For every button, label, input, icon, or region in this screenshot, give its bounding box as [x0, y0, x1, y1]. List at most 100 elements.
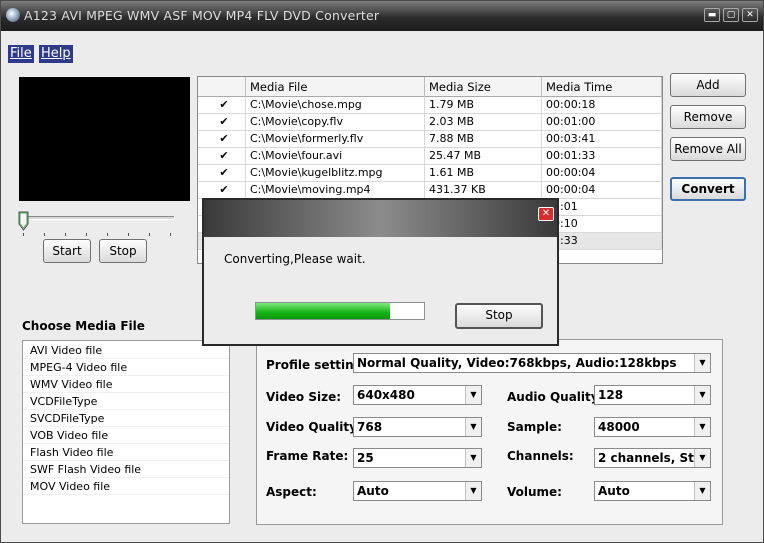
chevron-down-icon: ▼ — [465, 449, 481, 467]
profile-select[interactable]: Normal Quality, Video:768kbps, Audio:128… — [353, 353, 711, 373]
menu-help[interactable]: Help — [39, 45, 73, 63]
checkbox-checked-icon[interactable]: ✔ — [218, 184, 230, 196]
video-quality-select[interactable]: 768 ▼ — [353, 417, 482, 437]
list-item[interactable]: WMV Video file — [23, 376, 229, 393]
row-check-cell[interactable]: ✔ — [198, 131, 246, 148]
checkbox-checked-icon[interactable]: ✔ — [218, 167, 230, 179]
list-item[interactable]: VCDFileType — [23, 393, 229, 410]
video-size-select[interactable]: 640x480 ▼ — [353, 385, 482, 405]
frame-rate-select[interactable]: 25 ▼ — [353, 448, 482, 468]
row-check-cell[interactable]: ✔ — [198, 165, 246, 182]
add-button[interactable]: Add — [670, 73, 746, 97]
media-file-cell: C:\Movie\copy.flv — [246, 114, 425, 131]
table-row[interactable]: ✔ C:\Movie\formerly.flv 7.88 MB 00:03:41 — [198, 131, 662, 148]
list-item[interactable]: MOV Video file — [23, 478, 229, 495]
column-header-check[interactable] — [198, 77, 246, 97]
window-title: A123 AVI MPEG WMV ASF MOV MP4 FLV DVD Co… — [24, 8, 380, 23]
start-button[interactable]: Start — [43, 239, 91, 263]
media-size-cell: 25.47 MB — [425, 148, 542, 165]
seek-slider-thumb[interactable] — [18, 211, 29, 231]
remove-button[interactable]: Remove — [670, 105, 746, 129]
media-time-cell: 00:00:04 — [542, 182, 662, 199]
table-row[interactable]: ✔ C:\Movie\kugelblitz.mpg 1.61 MB 00:00:04 — [198, 165, 662, 182]
column-header-media-size[interactable]: Media Size — [425, 77, 542, 97]
media-time-cell: 00:01:33 — [542, 148, 662, 165]
media-size-cell: 1.79 MB — [425, 97, 542, 114]
volume-value: Auto — [598, 484, 630, 498]
dialog-close-button[interactable]: ✕ — [538, 207, 554, 221]
profile-label: Profile setting: — [266, 358, 368, 372]
checkbox-checked-icon[interactable]: ✔ — [218, 116, 230, 128]
chevron-down-icon: ▼ — [465, 386, 481, 404]
checkbox-checked-icon[interactable]: ✔ — [218, 133, 230, 145]
row-check-cell[interactable]: ✔ — [198, 114, 246, 131]
media-type-list[interactable]: AVI Video file MPEG-4 Video file WMV Video… — [22, 340, 230, 524]
media-time-cell: 01:33 — [542, 233, 662, 250]
row-check-cell[interactable]: ✔ — [198, 148, 246, 165]
frame-rate-value: 25 — [357, 451, 374, 465]
app-icon — [6, 8, 20, 22]
sample-select[interactable]: 48000 ▼ — [594, 417, 711, 437]
menu-file[interactable]: File — [8, 45, 34, 63]
media-time-cell: 00:03:41 — [542, 131, 662, 148]
video-size-value: 640x480 — [357, 388, 415, 402]
minimize-button[interactable]: ▬ — [704, 8, 720, 22]
checkbox-checked-icon[interactable]: ✔ — [218, 99, 230, 111]
dialog-stop-button[interactable]: Stop — [455, 303, 543, 329]
main-window: A123 AVI MPEG WMV ASF MOV MP4 FLV DVD Co… — [0, 0, 764, 543]
table-row[interactable]: ✔ C:\Movie\chose.mpg 1.79 MB 00:00:18 — [198, 97, 662, 114]
channels-label: Channels: — [507, 449, 574, 463]
list-item[interactable]: VOB Video file — [23, 427, 229, 444]
column-header-media-file[interactable]: Media File — [246, 77, 425, 97]
table-row[interactable]: ✔ C:\Movie\moving.mp4 431.37 KB 00:00:04 — [198, 182, 662, 199]
volume-select[interactable]: Auto ▼ — [594, 481, 711, 501]
convert-button[interactable]: Convert — [670, 177, 746, 201]
player-stop-button[interactable]: Stop — [99, 239, 147, 263]
list-item[interactable]: SWF Flash Video file — [23, 461, 229, 478]
volume-label: Volume: — [507, 485, 562, 499]
video-quality-label: Video Quality: — [266, 420, 362, 434]
audio-quality-value: 128 — [598, 388, 624, 402]
media-file-cell: C:\Movie\kugelblitz.mpg — [246, 165, 425, 182]
video-preview — [19, 77, 190, 201]
chevron-down-icon: ▼ — [694, 386, 710, 404]
chevron-down-icon: ▼ — [465, 482, 481, 500]
video-quality-value: 768 — [357, 420, 383, 434]
table-row[interactable]: ✔ C:\Movie\four.avi 25.47 MB 00:01:33 — [198, 148, 662, 165]
list-item[interactable]: SVCDFileType — [23, 410, 229, 427]
aspect-select[interactable]: Auto ▼ — [353, 481, 482, 501]
media-size-cell: 1.61 MB — [425, 165, 542, 182]
dialog-message: Converting,Please wait. — [224, 252, 366, 266]
checkbox-checked-icon[interactable]: ✔ — [218, 150, 230, 162]
list-item[interactable]: AVI Video file — [23, 342, 229, 359]
table-row[interactable]: ✔ C:\Movie\copy.flv 2.03 MB 00:01:00 — [198, 114, 662, 131]
channels-select[interactable]: 2 channels, Ster ▼ — [594, 448, 711, 468]
settings-panel: Profile setting: Normal Quality, Video:7… — [256, 339, 723, 525]
frame-rate-label: Frame Rate: — [266, 449, 349, 463]
list-item[interactable]: Flash Video file — [23, 444, 229, 461]
chevron-down-icon: ▼ — [694, 418, 710, 436]
remove-all-button[interactable]: Remove All — [670, 137, 746, 161]
video-size-label: Video Size: — [266, 390, 342, 404]
chevron-down-icon: ▼ — [465, 418, 481, 436]
row-check-cell[interactable]: ✔ — [198, 182, 246, 199]
maximize-button[interactable]: ▢ — [723, 8, 739, 22]
media-file-cell: C:\Movie\moving.mp4 — [246, 182, 425, 199]
list-item[interactable]: MPEG-4 Video file — [23, 359, 229, 376]
media-file-cell: C:\Movie\four.avi — [246, 148, 425, 165]
seek-slider-track[interactable] — [21, 216, 174, 220]
row-check-cell[interactable]: ✔ — [198, 97, 246, 114]
title-bar[interactable]: A123 AVI MPEG WMV ASF MOV MP4 FLV DVD Co… — [1, 1, 763, 31]
chevron-down-icon: ▼ — [694, 449, 710, 467]
media-size-cell: 2.03 MB — [425, 114, 542, 131]
media-size-cell: 7.88 MB — [425, 131, 542, 148]
chevron-down-icon: ▼ — [694, 354, 710, 372]
audio-quality-select[interactable]: 128 ▼ — [594, 385, 711, 405]
converting-dialog: ✕ Converting,Please wait. Stop — [202, 198, 559, 346]
media-file-cell: C:\Movie\formerly.flv — [246, 131, 425, 148]
column-header-media-time[interactable]: Media Time — [542, 77, 662, 97]
profile-value: Normal Quality, Video:768kbps, Audio:128… — [357, 356, 677, 370]
dialog-title-bar[interactable]: ✕ — [204, 200, 557, 237]
media-time-cell: 00:01:00 — [542, 114, 662, 131]
close-button[interactable]: ✕ — [742, 8, 758, 22]
